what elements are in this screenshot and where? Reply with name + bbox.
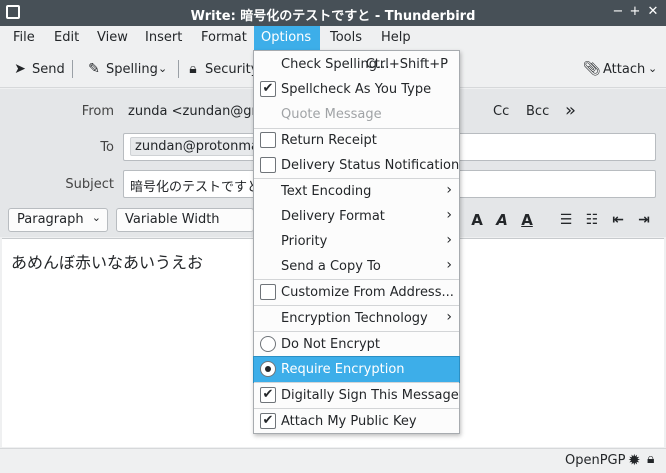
indent-icon[interactable]: ⇥ (634, 211, 654, 229)
menuitem-attach-public-key[interactable]: ✔ Attach My Public Key (254, 409, 459, 434)
shortcut-label: Ctrl+Shift+P (365, 57, 448, 72)
chevron-right-icon: › (446, 207, 452, 223)
checkbox-checked-icon: ✔ (260, 413, 276, 429)
paperclip-icon: 📎︎ (583, 61, 601, 77)
menuitem-quote-message: Quote Message (281, 107, 382, 122)
title-bar: Write: 暗号化のテストですと - Thunderbird − + ✕ (0, 0, 666, 26)
security-button[interactable]: 🔒︎ Security (185, 60, 258, 78)
numbered-list-icon[interactable]: ☷ (582, 211, 602, 229)
menu-bar: File Edit View Insert Format Options Too… (0, 26, 666, 50)
menuitem-priority[interactable]: Priority › (254, 229, 459, 254)
menuitem-check-spelling[interactable]: Check Spelling... Ctrl+Shift+P (254, 52, 459, 77)
from-label: From (81, 104, 114, 119)
menuitem-return-receipt[interactable]: Return Receipt (254, 128, 459, 153)
openpgp-status: OpenPGP (565, 453, 626, 468)
underline-icon[interactable]: A (517, 211, 537, 229)
font-select[interactable]: Variable Width (116, 208, 254, 232)
attach-button[interactable]: 📎︎ Attach (583, 60, 645, 78)
chevron-right-icon: › (446, 182, 452, 198)
checkbox-checked-icon: ✔ (260, 81, 276, 97)
bullet-list-icon[interactable]: ☰ (556, 211, 576, 229)
outdent-icon[interactable]: ⇤ (608, 211, 628, 229)
maximize-button[interactable]: + (626, 3, 644, 21)
spelling-dropdown-icon[interactable]: ⌄ (158, 60, 167, 78)
menuitem-delivery-format[interactable]: Delivery Format › (254, 204, 459, 229)
chevron-right-icon: › (446, 309, 452, 325)
chevron-down-icon: ⌄ (91, 211, 101, 224)
menuitem-do-not-encrypt[interactable]: Do Not Encrypt (254, 332, 459, 357)
menu-tools[interactable]: Tools (323, 26, 369, 50)
cc-button[interactable]: Cc (493, 104, 509, 119)
window-title: Write: 暗号化のテストですと - Thunderbird (190, 9, 476, 24)
checkbox-checked-icon: ✔ (260, 387, 276, 403)
from-identity[interactable]: zunda <zundan@gma (128, 104, 272, 119)
key-status-icon[interactable]: ✹ (628, 451, 641, 469)
radio-selected-icon (260, 361, 276, 377)
spelling-icon: ✎ (88, 61, 100, 77)
subject-value: 暗号化のテストですと (130, 180, 261, 195)
menuitem-delivery-status[interactable]: Delivery Status Notification (254, 153, 459, 178)
options-menu: Check Spelling... Ctrl+Shift+P ✔ Spellch… (253, 50, 460, 434)
lock-icon: 🔒︎ (189, 61, 197, 77)
close-button[interactable]: ✕ (644, 3, 662, 21)
menu-format[interactable]: Format (194, 26, 254, 50)
menuitem-require-encryption[interactable]: Require Encryption (253, 356, 460, 383)
menu-insert[interactable]: Insert (138, 26, 189, 50)
minimize-button[interactable]: − (609, 3, 627, 21)
toolbar-separator (178, 60, 179, 78)
send-button[interactable]: ➤ Send (12, 60, 65, 78)
font-size-larger-icon[interactable]: A (467, 211, 487, 229)
menu-view[interactable]: View (90, 26, 135, 50)
menuitem-customize-from[interactable]: Customize From Address... (254, 280, 459, 305)
menuitem-text-encoding[interactable]: Text Encoding › (254, 179, 459, 204)
status-bar: OpenPGP ✹ 🔒︎ (0, 448, 666, 473)
checkbox-icon (260, 284, 276, 300)
chevron-right-icon: › (446, 257, 452, 273)
to-label: To (100, 140, 114, 155)
menuitem-encryption-technology[interactable]: Encryption Technology › (254, 306, 459, 331)
menu-help[interactable]: Help (374, 26, 418, 50)
lock-status-icon[interactable]: 🔒︎ (647, 451, 654, 467)
italic-icon[interactable]: A (492, 211, 512, 229)
bcc-button[interactable]: Bcc (526, 104, 549, 119)
menuitem-send-copy-to[interactable]: Send a Copy To › (254, 254, 459, 279)
paragraph-select[interactable]: Paragraph ⌄ (8, 208, 108, 232)
menu-file[interactable]: File (6, 26, 42, 50)
checkbox-icon (260, 157, 276, 173)
menuitem-digitally-sign[interactable]: ✔ Digitally Sign This Message (254, 383, 459, 408)
attach-dropdown-icon[interactable]: ⌄ (648, 60, 657, 78)
more-recipients-button[interactable]: » (565, 100, 576, 121)
checkbox-icon (260, 132, 276, 148)
subject-label: Subject (65, 177, 114, 192)
menu-options[interactable]: Options (254, 26, 320, 50)
menuitem-spellcheck-as-you-type[interactable]: ✔ Spellcheck As You Type (254, 77, 459, 102)
message-body-text: あめんぼ赤いなあいうえお (11, 253, 204, 272)
send-icon: ➤ (14, 61, 26, 77)
radio-icon (260, 336, 276, 352)
menu-edit[interactable]: Edit (47, 26, 86, 50)
toolbar-separator (72, 60, 73, 78)
spelling-button[interactable]: ✎ Spelling (86, 60, 158, 78)
chevron-right-icon: › (446, 232, 452, 248)
